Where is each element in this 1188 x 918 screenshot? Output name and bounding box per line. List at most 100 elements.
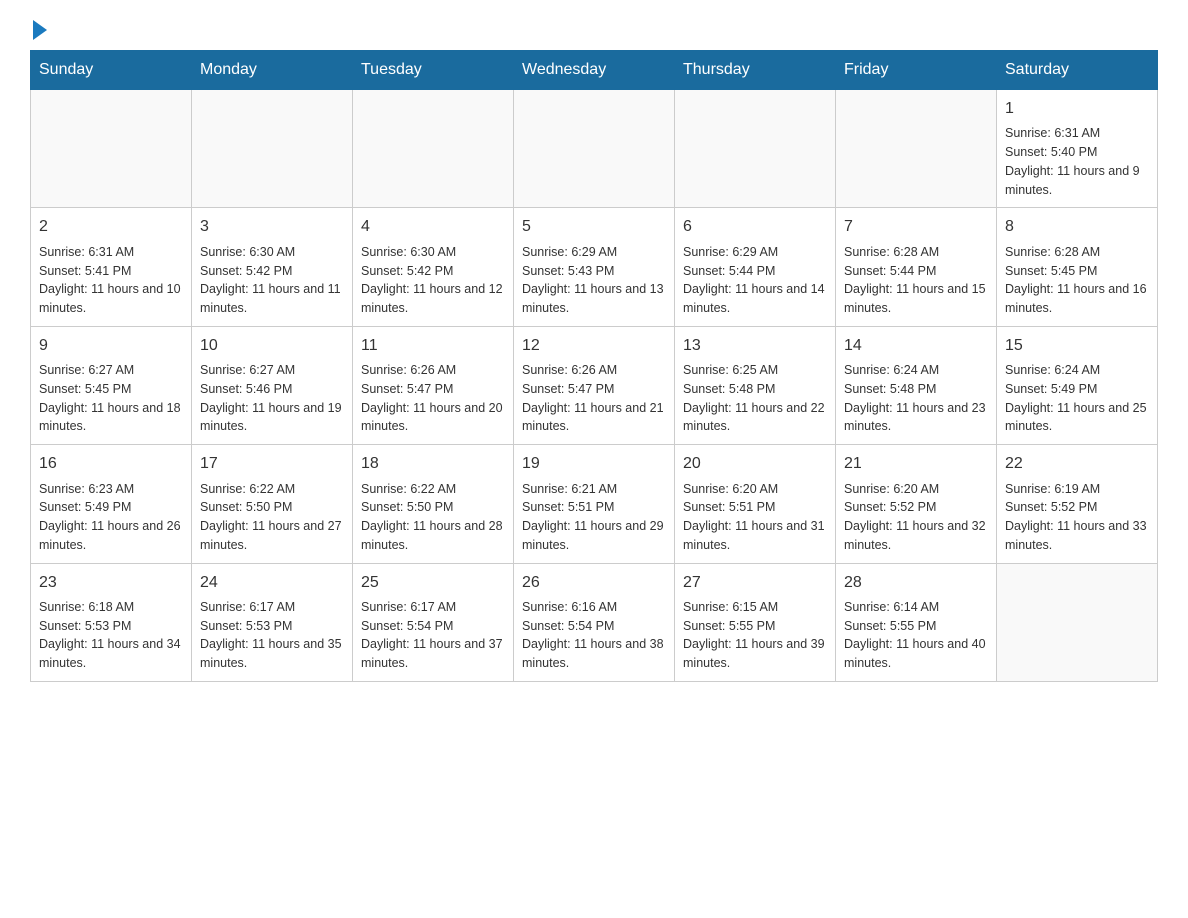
calendar-cell: 15 Sunrise: 6:24 AM Sunset: 5:49 PM Dayli… [997, 326, 1158, 444]
day-info: Sunrise: 6:29 AM Sunset: 5:43 PM Dayligh… [522, 243, 666, 318]
calendar-cell: 22 Sunrise: 6:19 AM Sunset: 5:52 PM Dayli… [997, 445, 1158, 563]
day-info: Sunrise: 6:31 AM Sunset: 5:40 PM Dayligh… [1005, 124, 1149, 199]
calendar-week-row: 2 Sunrise: 6:31 AM Sunset: 5:41 PM Daylig… [31, 208, 1158, 326]
day-info: Sunrise: 6:23 AM Sunset: 5:49 PM Dayligh… [39, 480, 183, 555]
day-info: Sunrise: 6:20 AM Sunset: 5:51 PM Dayligh… [683, 480, 827, 555]
calendar-cell: 27 Sunrise: 6:15 AM Sunset: 5:55 PM Dayli… [675, 563, 836, 681]
calendar-cell [514, 90, 675, 208]
day-info: Sunrise: 6:19 AM Sunset: 5:52 PM Dayligh… [1005, 480, 1149, 555]
page-header [30, 20, 1158, 40]
logo [30, 20, 47, 40]
day-number: 2 [39, 216, 183, 238]
calendar-cell: 21 Sunrise: 6:20 AM Sunset: 5:52 PM Dayli… [836, 445, 997, 563]
calendar-week-row: 23 Sunrise: 6:18 AM Sunset: 5:53 PM Dayli… [31, 563, 1158, 681]
calendar-cell: 12 Sunrise: 6:26 AM Sunset: 5:47 PM Dayli… [514, 326, 675, 444]
day-info: Sunrise: 6:30 AM Sunset: 5:42 PM Dayligh… [361, 243, 505, 318]
day-number: 1 [1005, 98, 1149, 120]
day-number: 21 [844, 453, 988, 475]
day-info: Sunrise: 6:31 AM Sunset: 5:41 PM Dayligh… [39, 243, 183, 318]
calendar-cell: 23 Sunrise: 6:18 AM Sunset: 5:53 PM Dayli… [31, 563, 192, 681]
day-info: Sunrise: 6:24 AM Sunset: 5:48 PM Dayligh… [844, 361, 988, 436]
calendar-cell: 20 Sunrise: 6:20 AM Sunset: 5:51 PM Dayli… [675, 445, 836, 563]
day-number: 25 [361, 572, 505, 594]
day-number: 3 [200, 216, 344, 238]
day-info: Sunrise: 6:14 AM Sunset: 5:55 PM Dayligh… [844, 598, 988, 673]
calendar-cell [353, 90, 514, 208]
day-number: 23 [39, 572, 183, 594]
day-number: 27 [683, 572, 827, 594]
day-info: Sunrise: 6:17 AM Sunset: 5:54 PM Dayligh… [361, 598, 505, 673]
day-number: 12 [522, 335, 666, 357]
day-info: Sunrise: 6:26 AM Sunset: 5:47 PM Dayligh… [522, 361, 666, 436]
weekday-header-friday: Friday [836, 51, 997, 90]
calendar-cell [675, 90, 836, 208]
calendar-week-row: 9 Sunrise: 6:27 AM Sunset: 5:45 PM Daylig… [31, 326, 1158, 444]
calendar-cell: 6 Sunrise: 6:29 AM Sunset: 5:44 PM Daylig… [675, 208, 836, 326]
day-info: Sunrise: 6:26 AM Sunset: 5:47 PM Dayligh… [361, 361, 505, 436]
day-number: 15 [1005, 335, 1149, 357]
calendar-cell: 7Sunrise: 6:28 AM Sunset: 5:44 PM Daylig… [836, 208, 997, 326]
calendar-cell: 4 Sunrise: 6:30 AM Sunset: 5:42 PM Daylig… [353, 208, 514, 326]
calendar-cell [31, 90, 192, 208]
calendar-cell: 25 Sunrise: 6:17 AM Sunset: 5:54 PM Dayli… [353, 563, 514, 681]
calendar-cell: 16 Sunrise: 6:23 AM Sunset: 5:49 PM Dayli… [31, 445, 192, 563]
day-info: Sunrise: 6:28 AM Sunset: 5:45 PM Dayligh… [1005, 243, 1149, 318]
day-number: 6 [683, 216, 827, 238]
calendar-cell: 5 Sunrise: 6:29 AM Sunset: 5:43 PM Daylig… [514, 208, 675, 326]
day-info: Sunrise: 6:27 AM Sunset: 5:46 PM Dayligh… [200, 361, 344, 436]
day-number: 10 [200, 335, 344, 357]
calendar-week-row: 1 Sunrise: 6:31 AM Sunset: 5:40 PM Daylig… [31, 90, 1158, 208]
day-number: 26 [522, 572, 666, 594]
calendar-cell: 13 Sunrise: 6:25 AM Sunset: 5:48 PM Dayli… [675, 326, 836, 444]
weekday-header-row: SundayMondayTuesdayWednesdayThursdayFrid… [31, 51, 1158, 90]
day-info: Sunrise: 6:15 AM Sunset: 5:55 PM Dayligh… [683, 598, 827, 673]
day-number: 4 [361, 216, 505, 238]
calendar-table: SundayMondayTuesdayWednesdayThursdayFrid… [30, 50, 1158, 682]
day-info: Sunrise: 6:29 AM Sunset: 5:44 PM Dayligh… [683, 243, 827, 318]
day-info: Sunrise: 6:22 AM Sunset: 5:50 PM Dayligh… [200, 480, 344, 555]
calendar-cell: 10 Sunrise: 6:27 AM Sunset: 5:46 PM Dayli… [192, 326, 353, 444]
day-info: Sunrise: 6:21 AM Sunset: 5:51 PM Dayligh… [522, 480, 666, 555]
day-info: Sunrise: 6:20 AM Sunset: 5:52 PM Dayligh… [844, 480, 988, 555]
day-info: Sunrise: 6:25 AM Sunset: 5:48 PM Dayligh… [683, 361, 827, 436]
day-info: Sunrise: 6:17 AM Sunset: 5:53 PM Dayligh… [200, 598, 344, 673]
day-info: Sunrise: 6:27 AM Sunset: 5:45 PM Dayligh… [39, 361, 183, 436]
day-number: 18 [361, 453, 505, 475]
day-number: 20 [683, 453, 827, 475]
calendar-cell: 3 Sunrise: 6:30 AM Sunset: 5:42 PM Daylig… [192, 208, 353, 326]
day-number: 8 [1005, 216, 1149, 238]
calendar-cell: 9 Sunrise: 6:27 AM Sunset: 5:45 PM Daylig… [31, 326, 192, 444]
weekday-header-wednesday: Wednesday [514, 51, 675, 90]
day-number: 9 [39, 335, 183, 357]
calendar-week-row: 16 Sunrise: 6:23 AM Sunset: 5:49 PM Dayli… [31, 445, 1158, 563]
calendar-cell: 18Sunrise: 6:22 AM Sunset: 5:50 PM Dayli… [353, 445, 514, 563]
day-number: 22 [1005, 453, 1149, 475]
calendar-cell: 17 Sunrise: 6:22 AM Sunset: 5:50 PM Dayli… [192, 445, 353, 563]
calendar-cell: 2 Sunrise: 6:31 AM Sunset: 5:41 PM Daylig… [31, 208, 192, 326]
weekday-header-thursday: Thursday [675, 51, 836, 90]
calendar-cell: 8 Sunrise: 6:28 AM Sunset: 5:45 PM Daylig… [997, 208, 1158, 326]
day-number: 13 [683, 335, 827, 357]
calendar-cell: 24 Sunrise: 6:17 AM Sunset: 5:53 PM Dayli… [192, 563, 353, 681]
day-number: 16 [39, 453, 183, 475]
day-info: Sunrise: 6:30 AM Sunset: 5:42 PM Dayligh… [200, 243, 344, 318]
weekday-header-monday: Monday [192, 51, 353, 90]
calendar-cell: 19 Sunrise: 6:21 AM Sunset: 5:51 PM Dayli… [514, 445, 675, 563]
day-info: Sunrise: 6:18 AM Sunset: 5:53 PM Dayligh… [39, 598, 183, 673]
day-number: 17 [200, 453, 344, 475]
day-info: Sunrise: 6:24 AM Sunset: 5:49 PM Dayligh… [1005, 361, 1149, 436]
day-info: Sunrise: 6:28 AM Sunset: 5:44 PM Dayligh… [844, 243, 988, 318]
calendar-cell: 14Sunrise: 6:24 AM Sunset: 5:48 PM Dayli… [836, 326, 997, 444]
calendar-cell: 11 Sunrise: 6:26 AM Sunset: 5:47 PM Dayli… [353, 326, 514, 444]
day-info: Sunrise: 6:16 AM Sunset: 5:54 PM Dayligh… [522, 598, 666, 673]
weekday-header-sunday: Sunday [31, 51, 192, 90]
day-number: 5 [522, 216, 666, 238]
day-number: 24 [200, 572, 344, 594]
day-number: 11 [361, 335, 505, 357]
calendar-cell [192, 90, 353, 208]
calendar-cell [997, 563, 1158, 681]
calendar-cell: 28Sunrise: 6:14 AM Sunset: 5:55 PM Dayli… [836, 563, 997, 681]
calendar-cell: 1 Sunrise: 6:31 AM Sunset: 5:40 PM Daylig… [997, 90, 1158, 208]
day-number: 19 [522, 453, 666, 475]
logo-triangle-icon [33, 20, 47, 40]
